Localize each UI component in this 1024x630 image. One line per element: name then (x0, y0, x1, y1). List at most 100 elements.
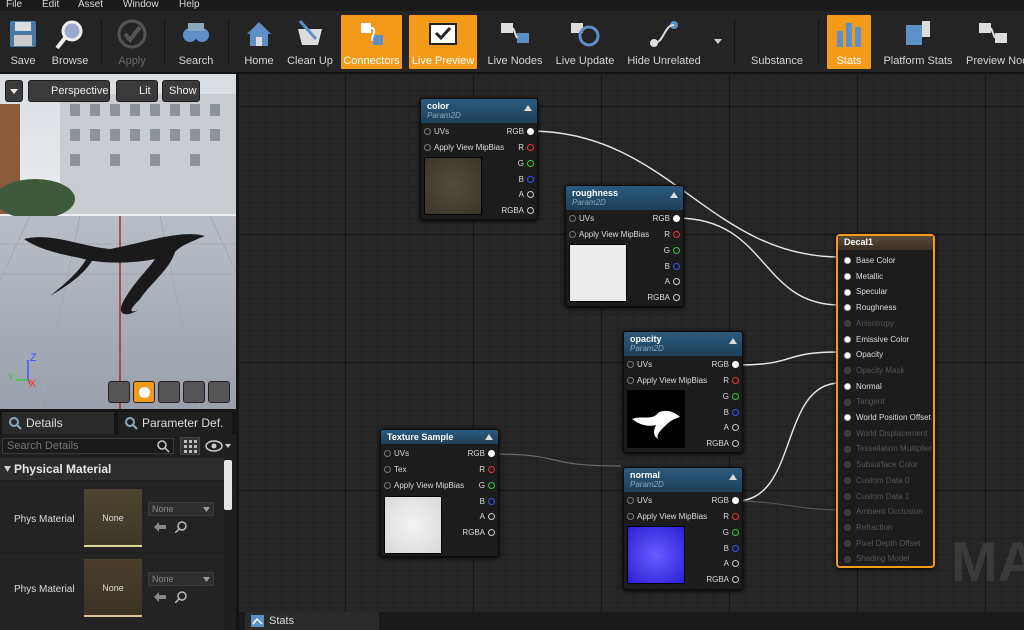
tab-details[interactable]: Details (2, 412, 114, 434)
mipbias-input-pin[interactable]: Apply View MipBias (566, 230, 649, 240)
menu-edit[interactable]: Edit (42, 0, 59, 10)
rgb-output-pin[interactable]: RGB (653, 214, 683, 224)
menu-asset[interactable]: Asset (78, 0, 103, 10)
viewport-options-button[interactable] (5, 80, 23, 102)
r-output-pin[interactable]: R (518, 143, 537, 153)
rgb-output-pin[interactable]: RGB (712, 496, 742, 506)
material-input-pin[interactable]: Metallic (844, 272, 883, 281)
custom-mesh-button[interactable] (208, 381, 230, 403)
g-output-pin[interactable]: G (664, 246, 683, 256)
mipbias-input-pin[interactable]: Apply View MipBias (624, 512, 707, 522)
phys-material-thumbnail[interactable]: None (84, 559, 142, 617)
pin-dot-icon[interactable] (844, 524, 851, 532)
details-scrollbar[interactable] (224, 460, 232, 510)
material-output-node[interactable]: Decal1 Base Color Metallic Specular Roughne… (836, 234, 935, 568)
material-graph[interactable]: color Param2D UVs Apply View MipBias RGB… (239, 74, 1024, 612)
rgb-output-pin[interactable]: RGB (468, 449, 498, 459)
pin-dot-icon[interactable] (844, 539, 851, 547)
pin-dot-icon[interactable] (844, 257, 851, 265)
live-update-button[interactable]: Live Update (553, 15, 617, 69)
phys-material-combo[interactable]: None (148, 502, 214, 516)
use-selected-arrow-icon[interactable] (154, 522, 166, 532)
material-node-header[interactable]: Decal1 (838, 236, 933, 250)
node-header[interactable]: roughness Param2D (566, 186, 683, 210)
g-output-pin[interactable]: G (723, 528, 742, 538)
pin-dot-icon[interactable] (844, 382, 851, 390)
preview-viewport[interactable]: Perspective Lit Show Z Y X (0, 74, 236, 409)
plane-shape-button[interactable] (158, 381, 180, 403)
texture-sample-node[interactable]: Texture Sample UVs Tex Apply View MipBia… (380, 429, 499, 557)
g-output-pin[interactable]: G (479, 481, 498, 491)
pin-dot-icon[interactable] (844, 273, 851, 281)
node-header[interactable]: normal Param2D (624, 468, 742, 492)
b-output-pin[interactable]: B (724, 544, 742, 554)
a-output-pin[interactable]: A (665, 277, 683, 287)
material-input-pin[interactable]: Base Color (844, 256, 896, 265)
pin-dot-icon[interactable] (844, 414, 851, 422)
material-input-pin[interactable]: World Position Offset (844, 413, 931, 422)
pin-dot-icon[interactable] (844, 555, 851, 563)
r-output-pin[interactable]: R (479, 465, 498, 475)
browse-button[interactable]: Browse (46, 15, 94, 69)
pin-dot-icon[interactable] (844, 477, 851, 485)
node-header[interactable]: Texture Sample (381, 430, 498, 444)
cylinder-shape-button[interactable] (108, 381, 130, 403)
platform-stats-button[interactable]: Platform Stats (878, 15, 958, 69)
normal-texture-node[interactable]: normal Param2D UVs Apply View MipBias RG… (623, 467, 743, 590)
perspective-button[interactable]: Perspective (28, 80, 110, 102)
opacity-texture-node[interactable]: opacity Param2D UVs Apply View MipBias R… (623, 331, 743, 453)
pin-dot-icon[interactable] (844, 492, 851, 500)
uvs-input-pin[interactable]: UVs (566, 214, 594, 224)
material-input-pin[interactable]: Custom Data 0 (844, 476, 909, 485)
pin-dot-icon[interactable] (844, 398, 851, 406)
mipbias-input-pin[interactable]: Apply View MipBias (624, 376, 707, 386)
tab-stats[interactable]: Stats (245, 612, 379, 630)
uvs-input-pin[interactable]: UVs (624, 496, 652, 506)
material-input-pin[interactable]: Emissive Color (844, 335, 909, 344)
menu-help[interactable]: Help (179, 0, 200, 10)
collapse-icon[interactable] (670, 192, 678, 198)
b-output-pin[interactable]: B (724, 408, 742, 418)
live-preview-button[interactable]: Live Preview (409, 15, 477, 69)
material-input-pin[interactable]: Anisotropy (844, 319, 894, 328)
material-input-pin[interactable]: World Displacement (844, 429, 927, 438)
rgba-output-pin[interactable]: RGBA (462, 528, 498, 538)
material-input-pin[interactable]: Shading Model (844, 554, 909, 563)
material-input-pin[interactable]: Tessellation Multiplier (844, 444, 932, 453)
a-output-pin[interactable]: A (724, 423, 742, 433)
show-button[interactable]: Show (162, 80, 200, 102)
pin-dot-icon[interactable] (844, 461, 851, 469)
pin-dot-icon[interactable] (844, 430, 851, 438)
roughness-texture-node[interactable]: roughness Param2D UVs Apply View MipBias… (565, 185, 684, 307)
material-input-pin[interactable]: Tangent (844, 397, 884, 406)
material-input-pin[interactable]: Specular (844, 287, 888, 296)
a-output-pin[interactable]: A (480, 512, 498, 522)
material-input-pin[interactable]: Roughness (844, 303, 896, 312)
material-input-pin[interactable]: Subsurface Color (844, 460, 918, 469)
g-output-pin[interactable]: G (723, 392, 742, 402)
g-output-pin[interactable]: G (518, 159, 537, 169)
pin-dot-icon[interactable] (844, 508, 851, 516)
save-button[interactable]: Save (2, 15, 44, 69)
hide-unrelated-button[interactable]: Hide Unrelated (624, 15, 704, 69)
collapse-icon[interactable] (524, 105, 532, 111)
pin-dot-icon[interactable] (844, 367, 851, 375)
rgba-output-pin[interactable]: RGBA (501, 206, 537, 216)
color-texture-node[interactable]: color Param2D UVs Apply View MipBias RGB… (420, 98, 538, 220)
tab-parameter-defaults[interactable]: Parameter Def. (118, 412, 232, 434)
collapse-icon[interactable] (729, 474, 737, 480)
phys-material-thumbnail[interactable]: None (84, 489, 142, 547)
r-output-pin[interactable]: R (664, 230, 683, 240)
search-details-input[interactable]: Search Details (2, 438, 174, 454)
rgba-output-pin[interactable]: RGBA (706, 439, 742, 449)
home-button[interactable]: Home (236, 15, 282, 69)
cube-shape-button[interactable] (183, 381, 205, 403)
node-header[interactable]: color Param2D (421, 99, 537, 123)
substance-button[interactable]: Substance (744, 15, 810, 69)
use-selected-arrow-icon[interactable] (154, 592, 166, 602)
a-output-pin[interactable]: A (724, 559, 742, 569)
live-nodes-button[interactable]: Live Nodes (484, 15, 546, 69)
mipbias-input-pin[interactable]: Apply View MipBias (421, 143, 504, 153)
node-header[interactable]: opacity Param2D (624, 332, 742, 356)
browse-search-icon[interactable] (175, 591, 187, 603)
